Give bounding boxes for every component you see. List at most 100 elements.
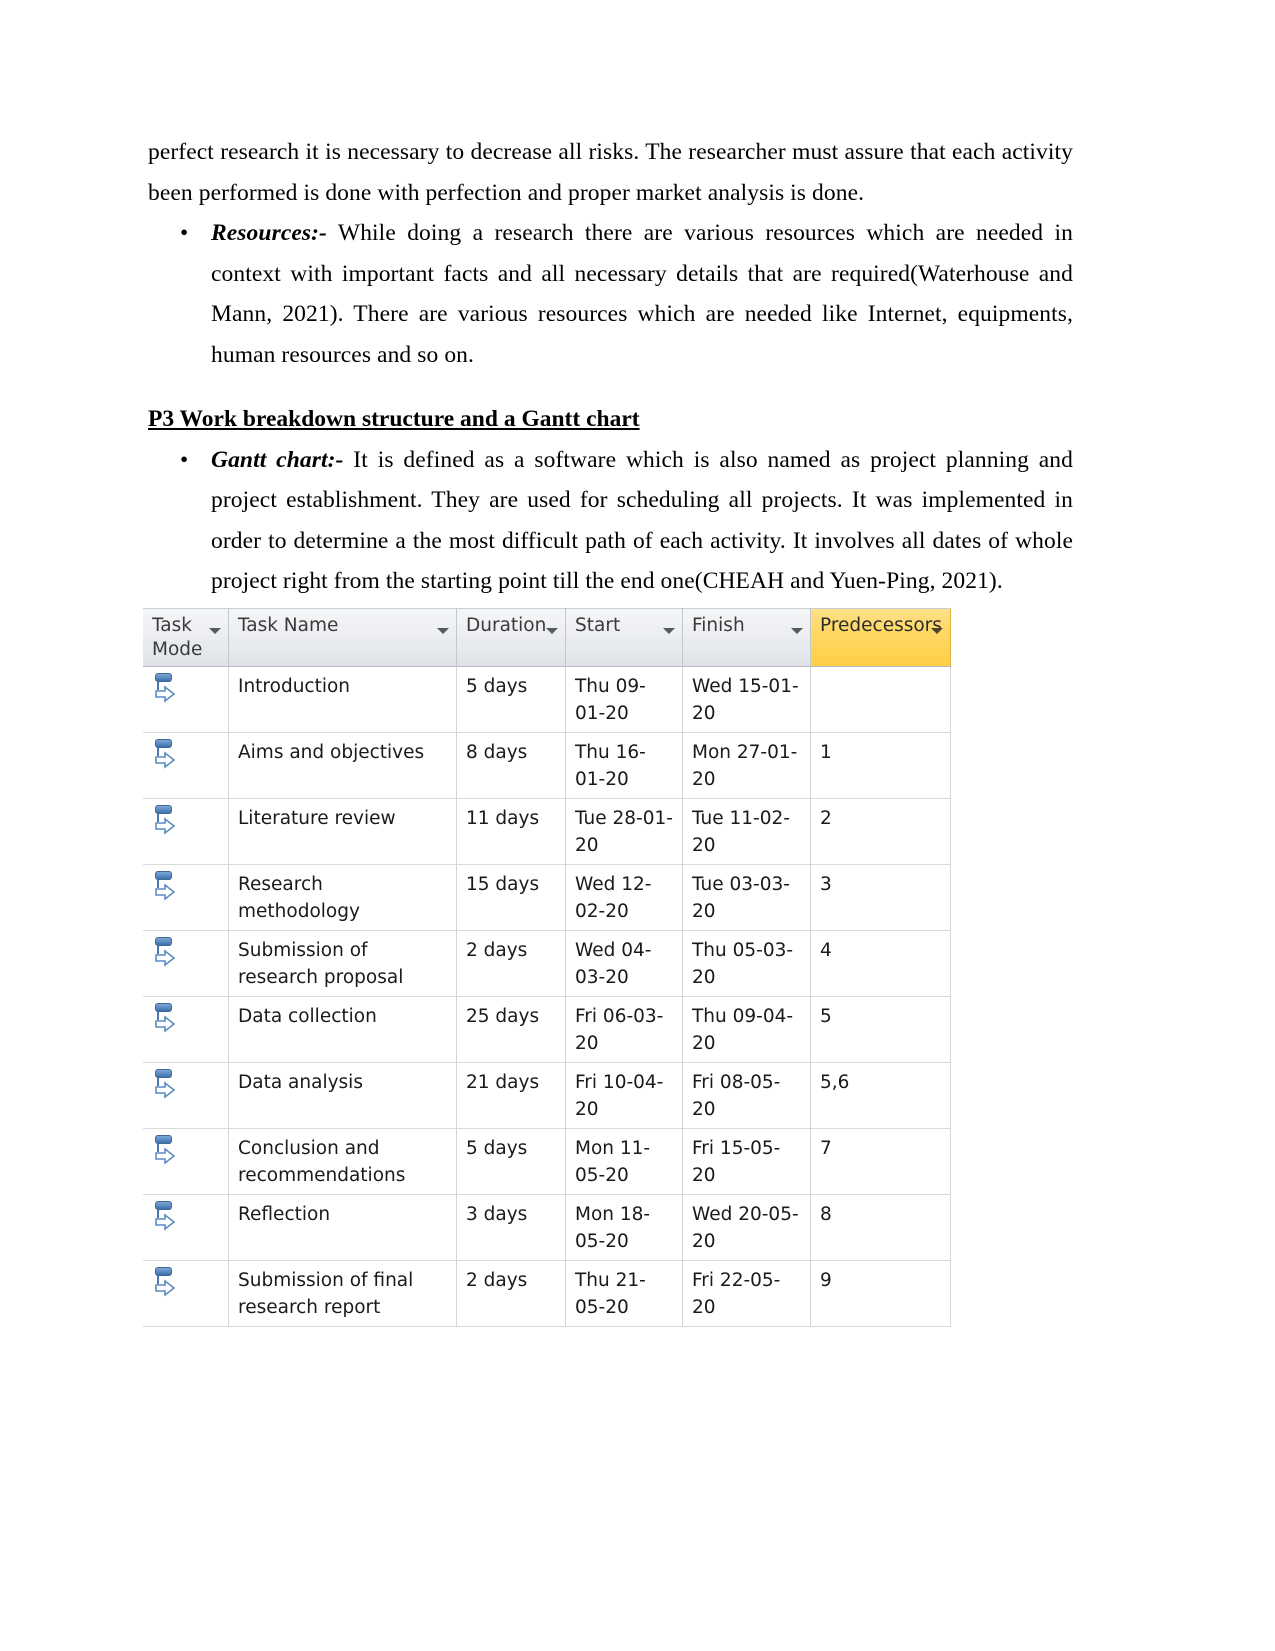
cell-start[interactable]: Wed 04-03-20 [566,931,683,997]
cell-task-name[interactable]: Aims and objectives [229,733,457,799]
cell-finish[interactable]: Fri 22-05-20 [683,1261,811,1327]
chevron-down-icon[interactable] [791,628,803,634]
cell-task-mode[interactable] [143,997,229,1063]
cell-task-name[interactable]: Introduction [229,667,457,733]
column-header-task-mode[interactable]: Task Mode [143,608,229,667]
cell-task-name[interactable]: Research methodology [229,865,457,931]
paragraph-gantt-chart: Gantt chart:- It is defined as a softwar… [211,440,1073,602]
cell-task-name-text: Aims and objectives [238,742,425,763]
cell-start[interactable]: Mon 11-05-20 [566,1129,683,1195]
cell-predecessors[interactable]: 7 [811,1129,951,1195]
cell-finish-text: Fri 15-05-20 [692,1138,781,1186]
cell-predecessors[interactable]: 3 [811,865,951,931]
table-row[interactable]: Research methodology 15 days Wed 12-02-20 T… [143,865,965,931]
cell-task-mode[interactable] [143,667,229,733]
cell-duration[interactable]: 21 days [457,1063,566,1129]
cell-task-name[interactable]: Data analysis [229,1063,457,1129]
cell-finish-text: Thu 05-03-20 [692,940,794,988]
column-header-task-name[interactable]: Task Name [229,608,457,667]
paragraph-resources-lead: Resources:- [211,220,327,246]
cell-task-mode[interactable] [143,799,229,865]
cell-duration-text: 3 days [466,1204,528,1225]
cell-start-text: Thu 21-05-20 [575,1270,646,1318]
cell-start[interactable]: Thu 16-01-20 [566,733,683,799]
table-row[interactable]: Submission of research proposal 2 days Wed… [143,931,965,997]
column-header-start[interactable]: Start [566,608,683,667]
column-header-predecessors[interactable]: Predecessors [811,608,951,667]
cell-start[interactable]: Mon 18-05-20 [566,1195,683,1261]
cell-finish[interactable]: Fri 15-05-20 [683,1129,811,1195]
cell-finish[interactable]: Thu 09-04-20 [683,997,811,1063]
cell-duration[interactable]: 8 days [457,733,566,799]
cell-finish[interactable]: Mon 27-01-20 [683,733,811,799]
cell-duration[interactable]: 2 days [457,1261,566,1327]
chevron-down-icon[interactable] [209,628,221,634]
table-row[interactable]: Introduction 5 days Thu 09-01-20 Wed 15-01-… [143,667,965,733]
cell-start-text: Thu 09-01-20 [575,676,646,724]
cell-predecessors[interactable]: 5 [811,997,951,1063]
cell-task-name[interactable]: Conclusion and recommendations [229,1129,457,1195]
cell-predecessors[interactable]: 9 [811,1261,951,1327]
cell-task-mode[interactable] [143,1063,229,1129]
cell-predecessors-text: 3 [820,874,832,895]
cell-predecessors[interactable]: 8 [811,1195,951,1261]
cell-task-mode[interactable] [143,865,229,931]
cell-task-name[interactable]: Submission of research proposal [229,931,457,997]
cell-finish[interactable]: Fri 08-05-20 [683,1063,811,1129]
cell-finish-text: Fri 22-05-20 [692,1270,781,1318]
cell-start[interactable]: Fri 06-03-20 [566,997,683,1063]
cell-finish[interactable]: Wed 15-01-20 [683,667,811,733]
cell-task-name[interactable]: Data collection [229,997,457,1063]
cell-duration-text: 5 days [466,1138,528,1159]
table-row[interactable]: Aims and objectives 8 days Thu 16-01-20 Mon… [143,733,965,799]
cell-task-mode[interactable] [143,1195,229,1261]
cell-duration[interactable]: 5 days [457,1129,566,1195]
cell-task-mode[interactable] [143,1261,229,1327]
cell-start[interactable]: Tue 28-01-20 [566,799,683,865]
cell-start[interactable]: Thu 09-01-20 [566,667,683,733]
cell-predecessors[interactable]: 5,6 [811,1063,951,1129]
cell-task-name[interactable]: Literature review [229,799,457,865]
cell-duration[interactable]: 5 days [457,667,566,733]
cell-finish-text: Thu 09-04-20 [692,1006,794,1054]
column-header-finish[interactable]: Finish [683,608,811,667]
cell-start[interactable]: Fri 10-04-20 [566,1063,683,1129]
table-row[interactable]: Literature review 11 days Tue 28-01-20 Tue … [143,799,965,865]
table-row[interactable]: Data analysis 21 days Fri 10-04-20 Fri 08-0… [143,1063,965,1129]
cell-predecessors[interactable] [811,667,951,733]
cell-start[interactable]: Wed 12-02-20 [566,865,683,931]
chevron-down-icon[interactable] [437,628,449,634]
cell-duration[interactable]: 11 days [457,799,566,865]
cell-predecessors[interactable]: 2 [811,799,951,865]
chevron-down-icon[interactable] [931,628,943,634]
column-header-label: Start [575,615,621,636]
cell-finish[interactable]: Tue 03-03-20 [683,865,811,931]
cell-task-mode[interactable] [143,1129,229,1195]
table-row[interactable]: Conclusion and recommendations 5 days Mon … [143,1129,965,1195]
chevron-down-icon[interactable] [663,628,675,634]
cell-start[interactable]: Thu 21-05-20 [566,1261,683,1327]
cell-task-name[interactable]: Submission of final research report [229,1261,457,1327]
cell-duration-text: 21 days [466,1072,540,1093]
cell-duration[interactable]: 25 days [457,997,566,1063]
cell-duration-text: 2 days [466,940,528,961]
column-header-duration[interactable]: Duration [457,608,566,667]
cell-task-name[interactable]: Reflection [229,1195,457,1261]
cell-duration[interactable]: 3 days [457,1195,566,1261]
cell-finish[interactable]: Wed 20-05-20 [683,1195,811,1261]
cell-task-name-text: Data collection [238,1006,377,1027]
cell-predecessors[interactable]: 4 [811,931,951,997]
table-row[interactable]: Submission of final research report 2 day… [143,1261,965,1327]
table-row[interactable]: Data collection 25 days Fri 06-03-20 Thu 09… [143,997,965,1063]
cell-finish[interactable]: Thu 05-03-20 [683,931,811,997]
cell-task-mode[interactable] [143,733,229,799]
cell-duration[interactable]: 2 days [457,931,566,997]
table-row[interactable]: Reflection 3 days Mon 18-05-20 Wed 20-05-20… [143,1195,965,1261]
chevron-down-icon[interactable] [546,628,558,634]
cell-task-mode[interactable] [143,931,229,997]
bullet-point-icon: • [180,446,189,473]
cell-start-text: Fri 10-04-20 [575,1072,664,1120]
cell-finish[interactable]: Tue 11-02-20 [683,799,811,865]
cell-predecessors[interactable]: 1 [811,733,951,799]
cell-duration[interactable]: 15 days [457,865,566,931]
